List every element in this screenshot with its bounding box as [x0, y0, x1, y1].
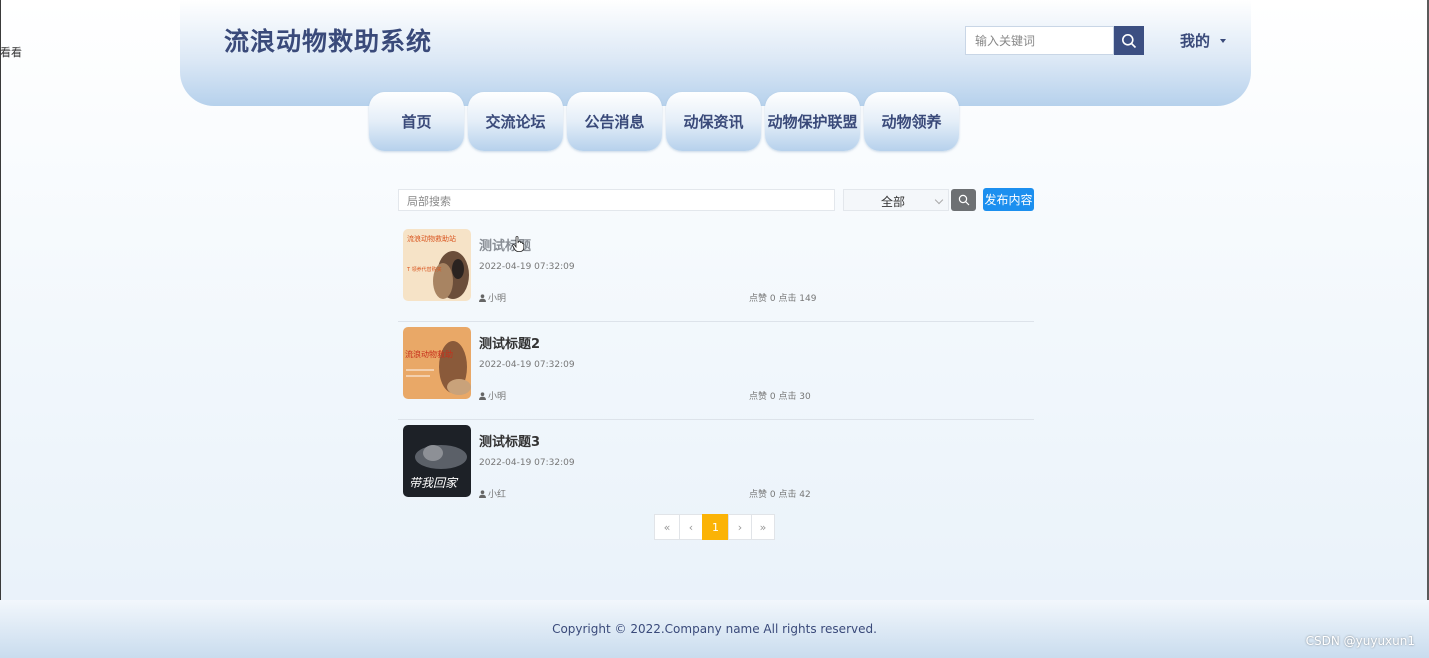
post-author-name: 小红	[488, 490, 507, 500]
post-thumbnail[interactable]: 带我回家	[403, 425, 471, 497]
post-author-name: 小明	[488, 294, 507, 304]
post-date: 2022-04-19 07:32:09	[479, 262, 575, 272]
post-author: 小明	[479, 389, 506, 402]
user-icon	[479, 293, 486, 302]
keyword-search-box	[965, 26, 1114, 55]
nav-item-forum[interactable]: 交流论坛	[468, 92, 563, 151]
user-menu-label: 我的	[1180, 32, 1211, 50]
page-current-button[interactable]: 1	[702, 514, 729, 540]
chevron-down-icon	[934, 195, 944, 205]
post-author-name: 小明	[488, 392, 507, 402]
site-title: 流浪动物救助系统	[224, 27, 433, 56]
thumbnail-text: 带我回家	[409, 476, 459, 490]
nav-item-home[interactable]: 首页	[369, 92, 464, 151]
post-item[interactable]: 流浪动物救助站 T 领养代替购买 测试标题 2022-04-19 07:32:0…	[398, 224, 1034, 322]
post-thumbnail[interactable]: 流浪动物救助	[403, 327, 471, 399]
category-selected-value: 全部	[881, 195, 906, 209]
post-author: 小明	[479, 291, 506, 304]
local-search-box	[398, 189, 835, 212]
page-next-button[interactable]: ›	[728, 514, 752, 540]
post-item[interactable]: 带我回家 测试标题3 2022-04-19 07:32:09 小红 点赞 0 点…	[398, 420, 1034, 517]
page-prev-button[interactable]: ‹	[679, 514, 703, 540]
search-icon	[958, 194, 969, 206]
nav-item-alliance[interactable]: 动物保护联盟	[765, 92, 860, 151]
caret-down-icon	[1220, 38, 1227, 43]
search-icon	[1122, 33, 1137, 48]
keyword-search-button[interactable]	[1114, 26, 1144, 55]
post-stats: 点赞 0 点击 149	[749, 294, 817, 304]
post-thumbnail[interactable]: 流浪动物救助站 T 领养代替购买	[403, 229, 471, 301]
page-first-button[interactable]: «	[654, 514, 680, 540]
thumbnail-text: 流浪动物救助站	[407, 234, 456, 243]
pagination: « ‹ 1 › »	[654, 514, 775, 540]
post-item[interactable]: 流浪动物救助 测试标题2 2022-04-19 07:32:09 小明 点赞 0…	[398, 322, 1034, 420]
local-search-button[interactable]	[951, 189, 976, 211]
site-header: 流浪动物救助系统 我的	[180, 0, 1251, 106]
publish-content-button[interactable]: 发布内容	[983, 188, 1034, 211]
thumbnail-text: T 领养代替购买	[406, 266, 442, 273]
user-menu[interactable]: 我的	[1180, 30, 1227, 51]
thumbnail-text: 流浪动物救助	[405, 349, 453, 359]
window-edge-left	[0, 0, 1, 658]
nav-item-news[interactable]: 动保资讯	[666, 92, 761, 151]
post-stats: 点赞 0 点击 42	[749, 490, 811, 500]
post-author: 小红	[479, 487, 506, 500]
watermark-text: CSDN @yuyuxun1	[1305, 634, 1415, 648]
copyright-text: Copyright © 2022.Company name All rights…	[552, 622, 877, 636]
stray-text: 看看	[0, 46, 22, 59]
hand-cursor-icon	[512, 236, 524, 252]
post-date: 2022-04-19 07:32:09	[479, 458, 575, 468]
post-list: 流浪动物救助站 T 领养代替购买 测试标题 2022-04-19 07:32:0…	[398, 224, 1034, 517]
post-title[interactable]: 测试标题3	[479, 431, 540, 450]
page-last-button[interactable]: »	[751, 514, 775, 540]
nav-item-announcements[interactable]: 公告消息	[567, 92, 662, 151]
keyword-search-input[interactable]	[966, 27, 1113, 54]
user-icon	[479, 391, 486, 400]
post-date: 2022-04-19 07:32:09	[479, 360, 575, 370]
local-search-input[interactable]	[399, 191, 834, 212]
post-title[interactable]: 测试标题2	[479, 333, 540, 352]
site-footer: Copyright © 2022.Company name All rights…	[0, 600, 1429, 658]
main-nav: 首页 交流论坛 公告消息 动保资讯 动物保护联盟 动物领养	[369, 92, 959, 151]
nav-item-adoption[interactable]: 动物领养	[864, 92, 959, 151]
category-select[interactable]: 全部	[843, 189, 949, 211]
post-stats: 点赞 0 点击 30	[749, 392, 811, 402]
user-icon	[479, 489, 486, 498]
